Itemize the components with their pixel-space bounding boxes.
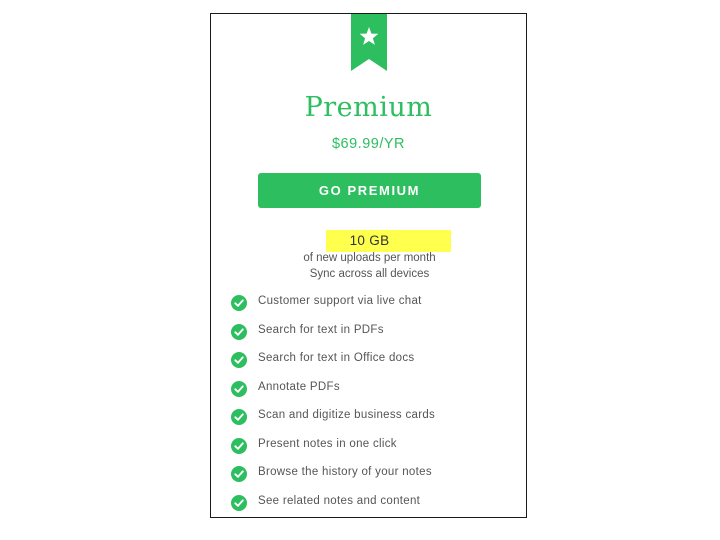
feature-item: Scan and digitize business cards: [229, 408, 519, 437]
premium-plan-card: Premium $69.99/YR GO PREMIUM 10 GB of ne…: [210, 13, 527, 518]
feature-label: Annotate PDFs: [258, 380, 340, 393]
feature-label: See related notes and content: [258, 494, 421, 507]
check-circle-icon: [231, 380, 247, 397]
check-circle-icon: [231, 352, 247, 368]
feature-item: Present notes in one click: [229, 437, 519, 466]
check-circle-icon: [231, 437, 247, 454]
check-circle-icon: [231, 295, 247, 311]
storage-amount: 10 GB: [349, 233, 390, 248]
plan-price: $69.99/YR: [331, 136, 406, 152]
go-premium-button[interactable]: GO PREMIUM: [258, 173, 481, 208]
feature-item: Browse the history of your notes: [229, 465, 519, 494]
feature-item: Search for text in PDFs: [229, 323, 519, 352]
plan-title: Premium: [304, 92, 433, 123]
star-icon: [351, 14, 387, 71]
feature-label: Search for text in Office docs: [258, 352, 415, 364]
feature-label: Present notes in one click: [258, 437, 397, 450]
check-circle-icon: [231, 466, 247, 482]
sync-description: Sync across all devices: [309, 268, 430, 280]
check-circle-icon: [231, 409, 247, 425]
check-circle-icon: [231, 494, 247, 511]
feature-label: Customer support via live chat: [258, 295, 422, 307]
feature-item: Search for text in Office docs: [229, 351, 519, 380]
feature-label: Browse the history of your notes: [258, 466, 432, 478]
feature-list: Customer support via live chat Search fo…: [229, 294, 519, 518]
feature-item: See related notes and content: [229, 494, 519, 518]
check-circle-icon: [231, 323, 247, 340]
storage-description: of new uploads per month: [303, 252, 436, 264]
feature-item: Customer support via live chat: [229, 294, 519, 323]
bookmark-ribbon: [351, 14, 387, 71]
feature-label: Search for text in PDFs: [258, 323, 384, 336]
feature-label: Scan and digitize business cards: [258, 409, 436, 421]
feature-item: Annotate PDFs: [229, 380, 519, 409]
